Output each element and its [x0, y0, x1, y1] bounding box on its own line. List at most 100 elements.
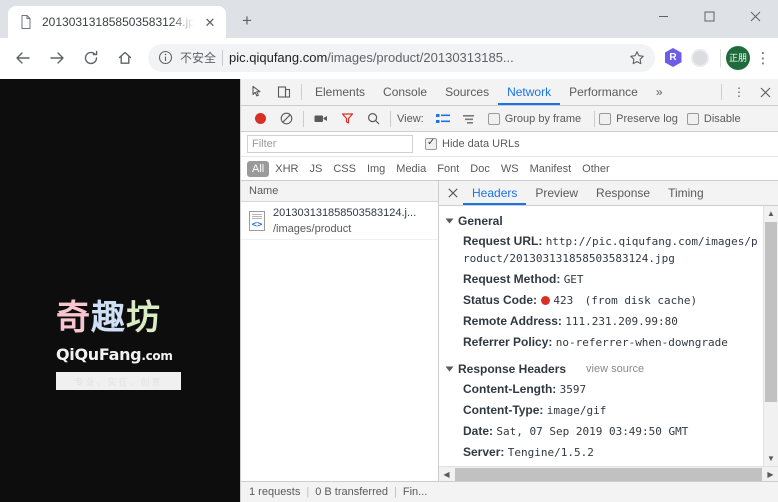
watermark-chinese: 奇趣坊: [56, 301, 186, 335]
tab-console[interactable]: Console: [374, 79, 436, 105]
disable-cache-checkbox[interactable]: Disable: [686, 112, 741, 125]
section-general[interactable]: General: [439, 211, 778, 231]
tab-close-icon[interactable]: ✕: [202, 14, 218, 30]
waterfall-view-icon[interactable]: [456, 107, 482, 131]
preserve-log-label: Preserve log: [616, 112, 678, 125]
scroll-up-arrow-icon[interactable]: ▲: [764, 206, 778, 221]
new-tab-button[interactable]: +: [233, 7, 261, 35]
header-value: GET: [563, 273, 584, 286]
address-bar[interactable]: 不安全 pic.qiqufang.com/images/product/2013…: [148, 43, 655, 72]
info-circle-icon[interactable]: [158, 50, 174, 66]
scrollbar-thumb[interactable]: [455, 467, 762, 481]
header-value: no-referrer-when-downgrade: [555, 336, 728, 349]
header-request-url: Request URL: http://pic.qiqufang.com/ima…: [439, 231, 778, 269]
three-dots-menu-icon[interactable]: ⋮: [726, 80, 752, 104]
devtools-panel: Elements Console Sources Network Perform…: [240, 79, 778, 502]
filter-input[interactable]: Filter: [247, 135, 413, 153]
back-arrow-icon[interactable]: [8, 43, 38, 73]
watermark-tld: .com: [141, 349, 173, 363]
bookmark-star-icon[interactable]: [625, 46, 649, 70]
clear-icon[interactable]: [273, 107, 299, 131]
hide-data-urls-checkbox[interactable]: Hide data URLs: [425, 137, 520, 150]
detail-tab-preview[interactable]: Preview: [526, 181, 587, 205]
type-filter-ws[interactable]: WS: [496, 161, 524, 177]
tab-network[interactable]: Network: [498, 79, 561, 105]
header-key: Server:: [463, 445, 505, 459]
avatar[interactable]: 正朋: [726, 45, 750, 70]
list-view-icon[interactable]: [430, 107, 456, 131]
tab-sources[interactable]: Sources: [436, 79, 498, 105]
search-icon[interactable]: [360, 107, 386, 131]
type-filter-doc[interactable]: Doc: [465, 161, 495, 177]
group-by-frame-checkbox[interactable]: Group by frame: [487, 112, 581, 125]
detail-tab-timing[interactable]: Timing: [659, 181, 713, 205]
tab-elements[interactable]: Elements: [306, 79, 374, 105]
browser-window: 201303131858503583124.jpg ✕ + 不安全 pic.qi…: [0, 0, 778, 502]
type-filter-manifest[interactable]: Manifest: [525, 161, 577, 177]
header-status-code: Status Code: 423 (from disk cache): [439, 290, 778, 311]
scrollbar-thumb[interactable]: [765, 222, 777, 402]
funnel-filter-icon[interactable]: [334, 107, 360, 131]
scroll-down-arrow-icon[interactable]: ▼: [764, 451, 778, 466]
section-general-label: General: [458, 214, 503, 228]
tab-performance[interactable]: Performance: [560, 79, 647, 105]
three-dots-menu-icon[interactable]: ⋮: [750, 45, 776, 71]
section-response-headers[interactable]: Response Headers view source: [439, 359, 778, 379]
watermark-char-2: 趣: [91, 298, 126, 338]
status-code-value: 423: [553, 294, 574, 307]
security-status-label: 不安全: [180, 51, 217, 65]
chevron-down-icon: [445, 218, 454, 224]
type-filter-css[interactable]: CSS: [328, 161, 361, 177]
detail-close-icon[interactable]: [443, 181, 463, 205]
device-toolbar-icon[interactable]: [271, 80, 297, 104]
devtools-divider: [301, 84, 302, 100]
inspect-element-icon[interactable]: [245, 80, 271, 104]
request-name: 201303131858503583124.j...: [273, 206, 417, 219]
checkbox-box: [599, 112, 612, 125]
type-filter-js[interactable]: JS: [304, 161, 327, 177]
tab-more-chevron[interactable]: »: [647, 79, 672, 105]
detail-tab-response[interactable]: Response: [587, 181, 659, 205]
scroll-right-arrow-icon[interactable]: ▶: [763, 470, 778, 479]
browser-tab[interactable]: 201303131858503583124.jpg ✕: [8, 6, 226, 38]
home-icon[interactable]: [110, 43, 140, 73]
resource-type-filters: All XHR JS CSS Img Media Font Doc WS Man…: [241, 157, 778, 181]
extension-r-label: R: [664, 48, 682, 67]
maximize-icon[interactable]: [686, 0, 732, 32]
header-content-length: Content-Length: 3597: [439, 379, 778, 400]
toolbar-divider-1: [303, 110, 304, 127]
type-filter-font[interactable]: Font: [432, 161, 464, 177]
devtools-close-icon[interactable]: [752, 80, 778, 104]
minimize-icon[interactable]: [640, 0, 686, 32]
extension-r-icon[interactable]: R: [661, 46, 685, 70]
detail-horizontal-scrollbar[interactable]: ◀ ▶: [439, 466, 778, 481]
forward-arrow-icon[interactable]: [42, 43, 72, 73]
type-filter-other[interactable]: Other: [577, 161, 615, 177]
close-icon[interactable]: [732, 0, 778, 32]
detail-scroll-area: General Request URL: http://pic.qiqufang…: [439, 206, 778, 466]
type-filter-all[interactable]: All: [247, 160, 270, 177]
header-remote-address: Remote Address: 111.231.209.99:80: [439, 311, 778, 332]
network-toolbar: View: Group by frame Preserve log Disabl…: [241, 106, 778, 132]
watermark-latin: QiQuFang.com: [56, 345, 186, 364]
table-row[interactable]: <> 201303131858503583124.j... /images/pr…: [241, 202, 438, 240]
scroll-left-arrow-icon[interactable]: ◀: [439, 470, 454, 479]
reload-icon[interactable]: [76, 43, 106, 73]
toolbar-divider-3: [594, 110, 596, 127]
detail-tab-bar: Headers Preview Response Timing: [439, 181, 778, 206]
type-filter-media[interactable]: Media: [391, 161, 431, 177]
extension-grey-icon[interactable]: [688, 46, 712, 70]
record-stop-icon[interactable]: [247, 107, 273, 131]
type-filter-xhr[interactable]: XHR: [270, 161, 303, 177]
screenshot-camera-icon[interactable]: [308, 107, 334, 131]
hide-data-urls-label: Hide data URLs: [442, 138, 520, 150]
view-source-link[interactable]: view source: [586, 363, 644, 375]
detail-vertical-scrollbar[interactable]: ▲ ▼: [763, 206, 778, 466]
request-path: /images/product: [273, 222, 352, 235]
preserve-log-checkbox[interactable]: Preserve log: [599, 112, 678, 125]
window-controls: [640, 0, 778, 32]
column-header-name[interactable]: Name: [241, 181, 438, 202]
watermark-logo: 奇趣坊 QiQuFang.com 专业、实在、创意: [56, 301, 186, 390]
type-filter-img[interactable]: Img: [362, 161, 390, 177]
detail-tab-headers[interactable]: Headers: [463, 181, 527, 205]
